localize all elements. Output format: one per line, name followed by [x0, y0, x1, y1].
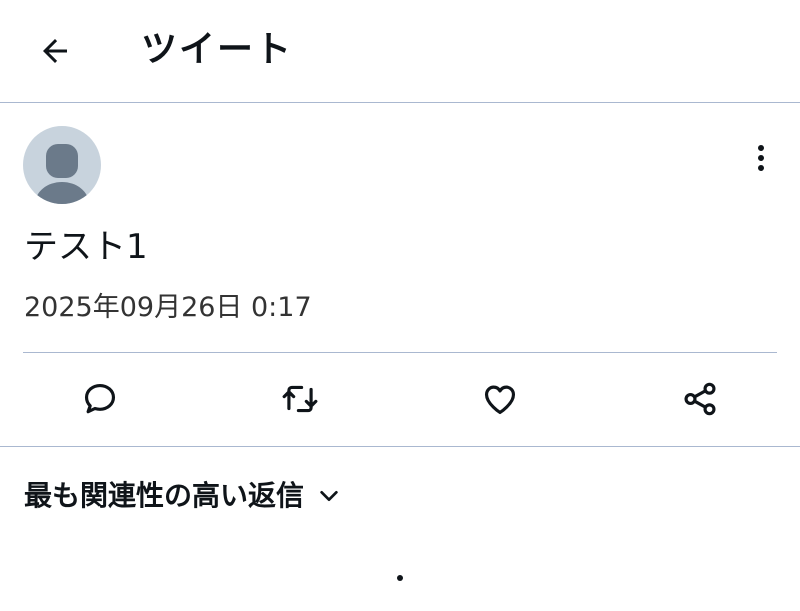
vertical-dots-icon	[758, 145, 764, 171]
chevron-down-icon	[320, 490, 338, 502]
tweet-text: テスト1	[24, 227, 148, 267]
header-divider	[0, 102, 800, 103]
arrow-left-icon	[43, 39, 67, 63]
share-icon	[684, 382, 716, 416]
retweet-button[interactable]	[275, 374, 325, 424]
tweet-divider	[23, 352, 777, 353]
default-avatar-icon	[35, 144, 89, 204]
reply-button[interactable]	[75, 374, 125, 424]
retweet-icon	[282, 385, 318, 413]
back-button[interactable]	[30, 26, 80, 76]
more-options-button[interactable]	[744, 138, 778, 178]
top-app-bar: ツイート	[0, 0, 800, 102]
actions-divider	[0, 446, 800, 447]
avatar[interactable]	[23, 126, 101, 204]
like-heart-icon	[484, 385, 516, 415]
reply-sort-label: 最も関連性の高い返信	[24, 479, 305, 512]
loading-indicator	[397, 575, 403, 581]
page-title: ツイート	[141, 29, 294, 70]
tweet-timestamp: 2025年09月26日 0:17	[24, 292, 312, 323]
reply-icon	[84, 383, 116, 414]
share-button[interactable]	[675, 374, 725, 424]
like-button[interactable]	[475, 374, 525, 424]
reply-sort-selector[interactable]: 最も関連性の高い返信	[24, 472, 340, 520]
